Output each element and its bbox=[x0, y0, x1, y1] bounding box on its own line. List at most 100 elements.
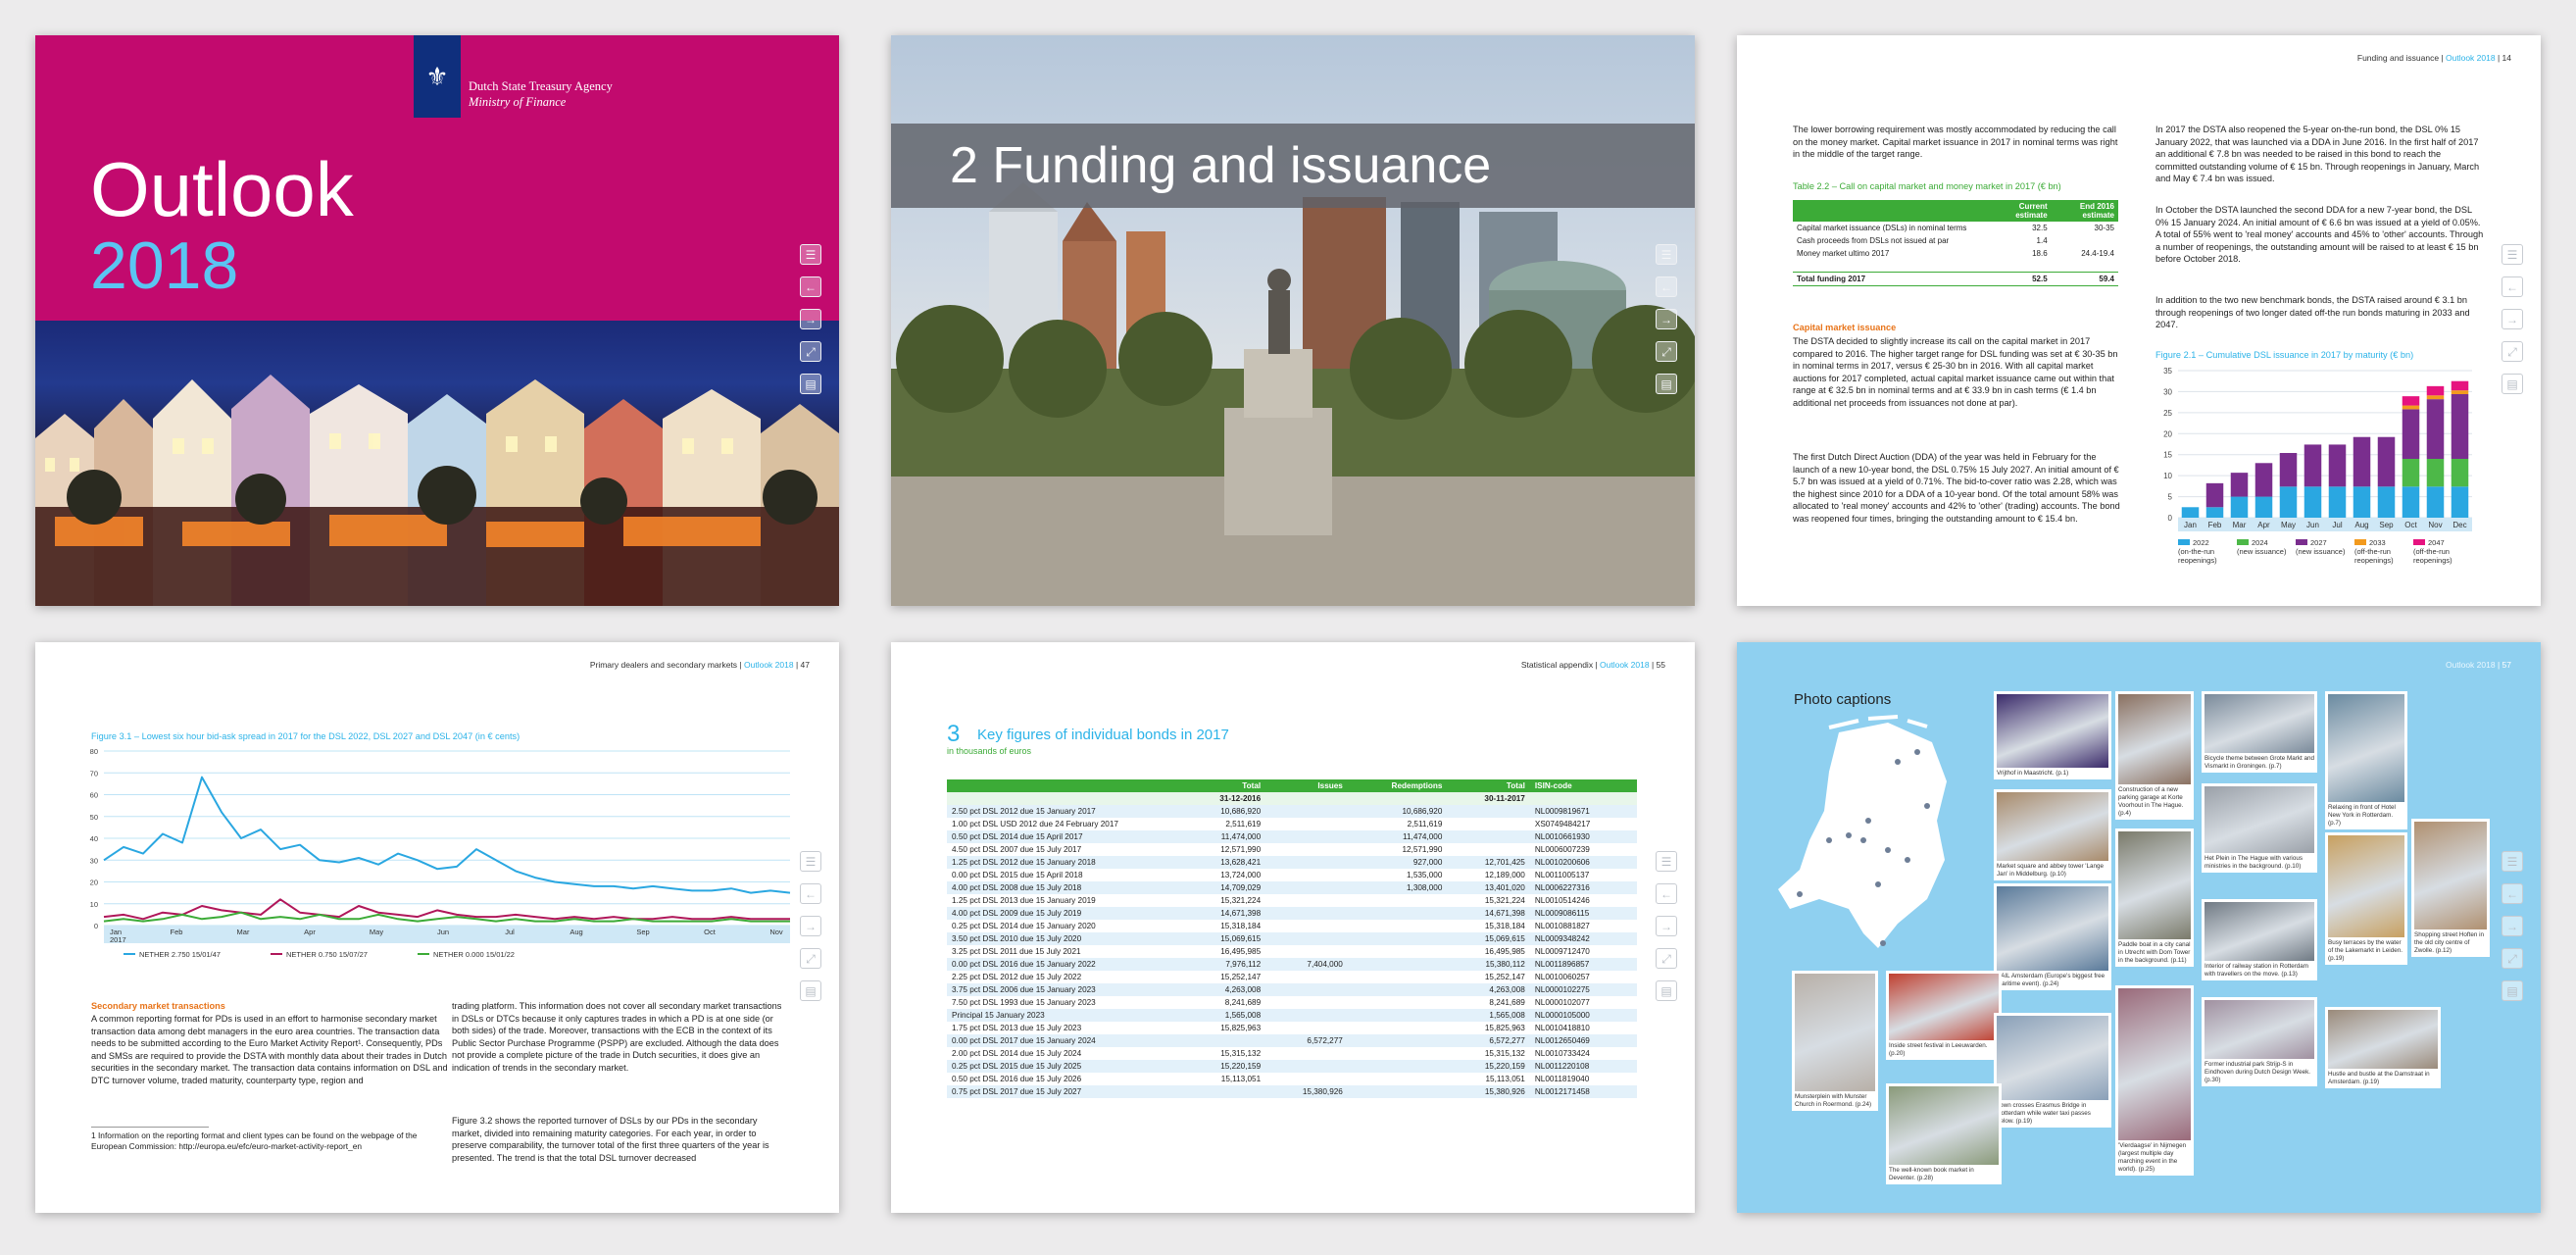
table-cell: 15,318,184 bbox=[1484, 922, 1525, 930]
y-tick-label: 60 bbox=[90, 791, 98, 800]
print-icon[interactable]: ▤ bbox=[1656, 374, 1677, 394]
next-page-icon[interactable]: → bbox=[2502, 916, 2523, 936]
call-on-market-table: Current estimate End 2016 estimate Capit… bbox=[1793, 200, 2118, 286]
page-47[interactable]: Primary dealers and secondary markets | … bbox=[35, 642, 839, 1213]
toc-icon[interactable]: ☰ bbox=[2502, 244, 2523, 265]
photo-captions-title: Photo captions bbox=[1794, 691, 1892, 708]
netherlands-map bbox=[1778, 715, 1947, 948]
table-cell: Principal 15 January 2023 bbox=[947, 1009, 1182, 1022]
header-cell bbox=[947, 779, 1182, 792]
next-page-icon[interactable]: → bbox=[800, 309, 821, 329]
x-tick-label: Aug bbox=[2354, 521, 2368, 529]
fullscreen-icon[interactable]: ⤢ bbox=[800, 341, 821, 362]
photo-caption: Paddle boat in a city canal in Utrecht w… bbox=[2118, 941, 2191, 964]
toc-icon[interactable]: ☰ bbox=[800, 244, 821, 265]
x-tick-label: Feb bbox=[2208, 521, 2222, 529]
x-tick-label: Feb bbox=[171, 928, 183, 936]
print-icon[interactable]: ▤ bbox=[800, 374, 821, 394]
table-cell: 15,220,159 bbox=[1447, 1060, 1530, 1073]
table-row: 0.00 pct DSL 2017 due 15 January 2024 6,5… bbox=[947, 1034, 1637, 1047]
bar-segment bbox=[2426, 399, 2445, 459]
print-icon[interactable]: ▤ bbox=[2502, 980, 2523, 1001]
print-icon[interactable]: ▤ bbox=[2502, 374, 2523, 394]
prev-page-icon[interactable]: ← bbox=[800, 883, 821, 904]
page-14[interactable]: Funding and issuance | Outlook 2018 | 14… bbox=[1737, 35, 2541, 606]
photo-tile: Shopping street Hoften in the old city c… bbox=[2411, 819, 2490, 957]
header-cell: Redemptions bbox=[1347, 779, 1448, 792]
prev-page-icon[interactable]: ← bbox=[800, 276, 821, 297]
table-cell: 11,474,000 bbox=[1347, 830, 1448, 843]
prev-page-icon[interactable]: ← bbox=[1656, 276, 1677, 297]
page-57[interactable]: Outlook 2018 | 57 Photo captions Vrijtho… bbox=[1737, 642, 2541, 1213]
table-cell: 2.00 pct DSL 2014 due 15 July 2024 bbox=[952, 1049, 1082, 1058]
table-cell: 15,380,926 bbox=[1265, 1085, 1348, 1098]
table-cell: 12,189,000 bbox=[1484, 871, 1525, 879]
fullscreen-icon[interactable]: ⤢ bbox=[2502, 948, 2523, 969]
x-tick-label: Mar bbox=[2233, 521, 2247, 529]
prev-page-icon[interactable]: ← bbox=[1656, 883, 1677, 904]
cover-year: 2018 bbox=[90, 228, 239, 303]
photo-tile: Relaxing in front of Hotel New York in R… bbox=[2325, 691, 2407, 829]
table-cell: 6,572,277 bbox=[1265, 1034, 1348, 1047]
prev-page-icon[interactable]: ← bbox=[2502, 276, 2523, 297]
y-tick-label: 80 bbox=[90, 747, 98, 756]
print-icon[interactable]: ▤ bbox=[800, 980, 821, 1001]
legend-label: reopenings) bbox=[2413, 556, 2452, 565]
fullscreen-icon[interactable]: ⤢ bbox=[800, 948, 821, 969]
next-page-icon[interactable]: → bbox=[1656, 916, 1677, 936]
bar-segment bbox=[2279, 486, 2298, 518]
bar-segment bbox=[2328, 486, 2347, 518]
next-page-icon[interactable]: → bbox=[1656, 309, 1677, 329]
cover-photo-maastricht bbox=[35, 321, 839, 606]
header-page: | 47 bbox=[795, 660, 810, 670]
bar-segment bbox=[2402, 396, 2420, 406]
table-cell: 30-35 bbox=[2094, 224, 2114, 232]
photo-thumbnail bbox=[1889, 974, 1999, 1040]
x-tick-label: May bbox=[370, 928, 383, 936]
y-tick-label: 30 bbox=[90, 856, 98, 865]
toc-icon[interactable]: ☰ bbox=[800, 851, 821, 872]
table-cell bbox=[1265, 843, 1348, 856]
photo-thumbnail bbox=[1997, 792, 2108, 861]
photo-tile: Former industrial park Strijp-S in Eindh… bbox=[2202, 997, 2317, 1086]
figure-caption: Figure 3.1 – Lowest six hour bid-ask spr… bbox=[91, 731, 520, 741]
page-header: Primary dealers and secondary markets | … bbox=[590, 660, 810, 670]
legend-label: NETHER 2.750 15/01/47 bbox=[139, 950, 221, 957]
print-icon[interactable]: ▤ bbox=[1656, 980, 1677, 1001]
photo-caption: Hustle and bustle at the Damstraat in Am… bbox=[2328, 1071, 2430, 1085]
table-cell: 7,976,112 bbox=[1182, 958, 1266, 971]
fullscreen-icon[interactable]: ⤢ bbox=[1656, 341, 1677, 362]
x-tick-label: May bbox=[2281, 521, 2296, 529]
fullscreen-icon[interactable]: ⤢ bbox=[1656, 948, 1677, 969]
bar-segment bbox=[2426, 459, 2445, 487]
toc-icon[interactable]: ☰ bbox=[2502, 851, 2523, 872]
bar-segment bbox=[2451, 394, 2469, 459]
date-cell bbox=[1347, 792, 1448, 805]
photo-tile: Construction of a new parking garage at … bbox=[2115, 691, 2194, 820]
next-page-icon[interactable]: → bbox=[800, 916, 821, 936]
bar-segment bbox=[2279, 453, 2298, 487]
table-cell: 8,241,689 bbox=[1224, 998, 1262, 1007]
nav-rail: ☰ ← → ⤢ ▤ bbox=[1656, 851, 1677, 1001]
table-cell: 12,571,990 bbox=[1220, 845, 1262, 854]
toc-icon[interactable]: ☰ bbox=[1656, 244, 1677, 265]
cover-page[interactable]: ⚜ Dutch State Treasury Agency Ministry o… bbox=[35, 35, 839, 606]
header-cell: ISIN-code bbox=[1529, 779, 1637, 792]
bar-segment bbox=[2402, 409, 2420, 459]
table-row: Cash proceeds from DSLs not issued at pa… bbox=[1793, 234, 2118, 247]
fullscreen-icon[interactable]: ⤢ bbox=[2502, 341, 2523, 362]
table-cell: 15,252,147 bbox=[1484, 973, 1525, 981]
toc-icon[interactable]: ☰ bbox=[1656, 851, 1677, 872]
next-page-icon[interactable]: → bbox=[2502, 309, 2523, 329]
chapter-page-funding[interactable]: 2 Funding and issuance ☰ ← → ⤢ ▤ bbox=[891, 35, 1695, 606]
table-cell bbox=[1348, 920, 1448, 932]
photo-caption: Relaxing in front of Hotel New York in R… bbox=[2328, 804, 2396, 827]
table-cell bbox=[1348, 1022, 1448, 1034]
page-55[interactable]: Statistical appendix | Outlook 2018 | 55… bbox=[891, 642, 1695, 1213]
table-cell: 15,252,147 bbox=[1220, 973, 1262, 981]
table-cell bbox=[1447, 805, 1530, 818]
hague-skyline bbox=[891, 182, 1695, 606]
date-cell bbox=[1529, 792, 1637, 805]
prev-page-icon[interactable]: ← bbox=[2502, 883, 2523, 904]
table-cell bbox=[1447, 830, 1530, 843]
